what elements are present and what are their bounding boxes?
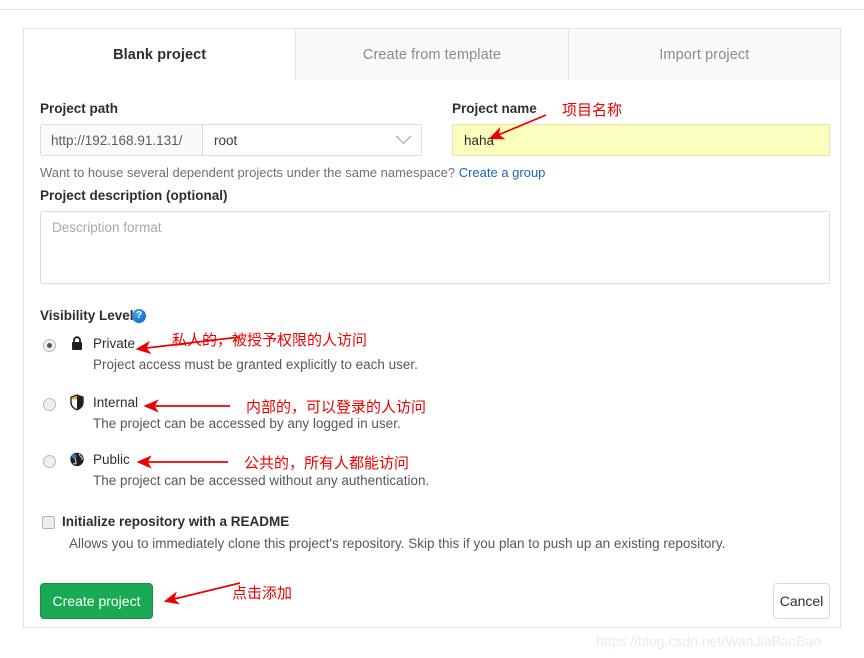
create-project-button-label: Create project — [52, 593, 141, 609]
namespace-hint-text: Want to house several dependent projects… — [40, 165, 456, 180]
visibility-level-label: Visibility Level — [40, 308, 134, 323]
project-description-placeholder: Description format — [52, 220, 162, 235]
namespace-select[interactable]: root — [203, 125, 421, 155]
project-name-value: haha — [464, 132, 495, 148]
visibility-desc-public: The project can be accessed without any … — [93, 473, 430, 488]
create-project-button[interactable]: Create project — [40, 583, 153, 619]
chevron-down-icon — [395, 127, 412, 144]
help-icon[interactable]: ? — [132, 309, 146, 323]
project-path-prefix: http://192.168.91.131/ — [41, 125, 203, 155]
radio-internal[interactable] — [43, 398, 56, 411]
namespace-hint: Want to house several dependent projects… — [40, 165, 545, 180]
new-project-form: Project path http://192.168.91.131/ root… — [23, 80, 841, 628]
radio-public[interactable] — [43, 455, 56, 468]
visibility-name-internal: Internal — [93, 395, 139, 410]
project-path-label: Project path — [40, 101, 119, 116]
shield-icon — [69, 394, 85, 411]
tab-blank-project-label: Blank project — [113, 46, 207, 63]
watermark: https://blog.csdn.net/WanJiaBaoBao — [596, 633, 822, 649]
visibility-name-private: Private — [93, 336, 136, 351]
tab-import-project[interactable]: Import project — [568, 29, 840, 80]
project-name-input[interactable]: haha — [452, 124, 830, 156]
new-project-page: Blank project Create from template Impor… — [0, 0, 864, 658]
create-a-group-link[interactable]: Create a group — [459, 165, 546, 180]
cancel-button-label: Cancel — [779, 593, 824, 609]
readme-checkbox[interactable] — [42, 516, 55, 529]
project-path-group: http://192.168.91.131/ root — [40, 124, 422, 156]
tab-import-project-label: Import project — [659, 46, 750, 63]
visibility-desc-internal: The project can be accessed by any logge… — [93, 416, 401, 431]
top-divider — [0, 9, 864, 10]
radio-private[interactable] — [43, 339, 56, 352]
globe-icon — [69, 451, 85, 468]
project-description-textarea[interactable]: Description format — [40, 211, 830, 284]
project-name-label: Project name — [452, 101, 537, 116]
project-type-tabs: Blank project Create from template Impor… — [22, 28, 841, 83]
tab-blank-project[interactable]: Blank project — [22, 29, 297, 83]
lock-icon — [69, 335, 85, 352]
visibility-desc-private: Project access must be granted explicitl… — [93, 357, 418, 372]
cancel-button[interactable]: Cancel — [773, 583, 830, 619]
readme-description: Allows you to immediately clone this pro… — [69, 536, 726, 551]
project-description-label: Project description (optional) — [40, 188, 228, 203]
tab-create-from-template-label: Create from template — [362, 46, 502, 63]
namespace-select-value: root — [214, 132, 238, 148]
visibility-name-public: Public — [93, 452, 130, 467]
tab-create-from-template[interactable]: Create from template — [296, 29, 569, 80]
readme-label: Initialize repository with a README — [62, 514, 290, 529]
